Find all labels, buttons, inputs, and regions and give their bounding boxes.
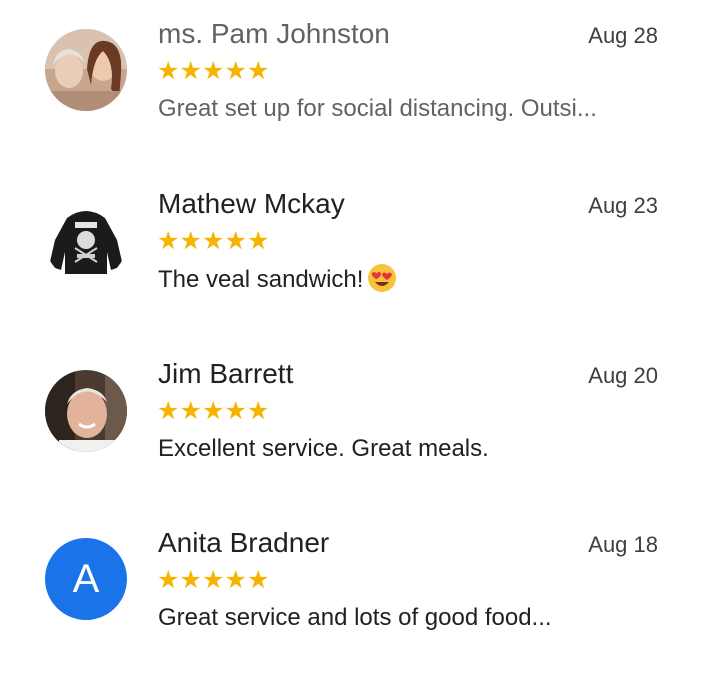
review-text-content: The veal sandwich! <box>158 266 364 293</box>
avatar[interactable] <box>45 200 127 282</box>
review-text[interactable]: The veal sandwich! <box>158 263 658 296</box>
star-icon: ★ <box>202 397 225 425</box>
star-icon: ★ <box>179 566 202 594</box>
review-date: Aug 23 <box>588 193 658 218</box>
star-rating: ★★★★★ <box>157 566 270 594</box>
star-icon: ★ <box>247 566 270 594</box>
star-icon: ★ <box>202 566 225 594</box>
review-date: Aug 18 <box>588 532 658 557</box>
review-date: Aug 28 <box>588 23 658 48</box>
reviewer-name[interactable]: Anita Bradner <box>158 526 329 560</box>
star-rating: ★★★★★ <box>157 227 270 255</box>
review-text[interactable]: Great set up for social distancing. Outs… <box>158 93 658 125</box>
review-date: Aug 20 <box>588 363 658 388</box>
star-icon: ★ <box>157 397 180 425</box>
star-icon: ★ <box>179 227 202 255</box>
review-item[interactable]: Jim Barrett Aug 20 ★★★★★ Excellent servi… <box>0 340 704 510</box>
star-icon: ★ <box>224 227 247 255</box>
reviewer-name[interactable]: Mathew Mckay <box>158 187 345 221</box>
review-item[interactable]: Mathew Mckay Aug 23 ★★★★★ The veal sandw… <box>0 170 704 340</box>
review-text[interactable]: Excellent service. Great meals. <box>158 433 658 465</box>
star-icon: ★ <box>224 397 247 425</box>
review-item[interactable]: ms. Pam Johnston Aug 28 ★★★★★ Great set … <box>0 0 704 170</box>
avatar[interactable] <box>45 370 127 452</box>
star-rating: ★★★★★ <box>157 397 270 425</box>
star-icon: ★ <box>157 227 180 255</box>
star-icon: ★ <box>247 57 270 85</box>
star-icon: ★ <box>202 227 225 255</box>
reviewer-name[interactable]: ms. Pam Johnston <box>158 17 390 51</box>
star-icon: ★ <box>224 566 247 594</box>
star-icon: ★ <box>179 57 202 85</box>
review-text[interactable]: Great service and lots of good food... <box>158 602 658 634</box>
star-icon: ★ <box>179 397 202 425</box>
star-icon: ★ <box>202 57 225 85</box>
star-icon: ★ <box>247 227 270 255</box>
heart-eyes-emoji-icon <box>368 264 397 292</box>
star-icon: ★ <box>157 566 180 594</box>
star-rating: ★★★★★ <box>157 57 270 85</box>
avatar[interactable]: A <box>45 538 127 620</box>
avatar[interactable] <box>45 29 127 111</box>
review-item[interactable]: A Anita Bradner Aug 18 ★★★★★ Great servi… <box>0 510 704 680</box>
star-icon: ★ <box>247 397 270 425</box>
reviewer-name[interactable]: Jim Barrett <box>158 357 293 391</box>
star-icon: ★ <box>224 57 247 85</box>
star-icon: ★ <box>157 57 180 85</box>
